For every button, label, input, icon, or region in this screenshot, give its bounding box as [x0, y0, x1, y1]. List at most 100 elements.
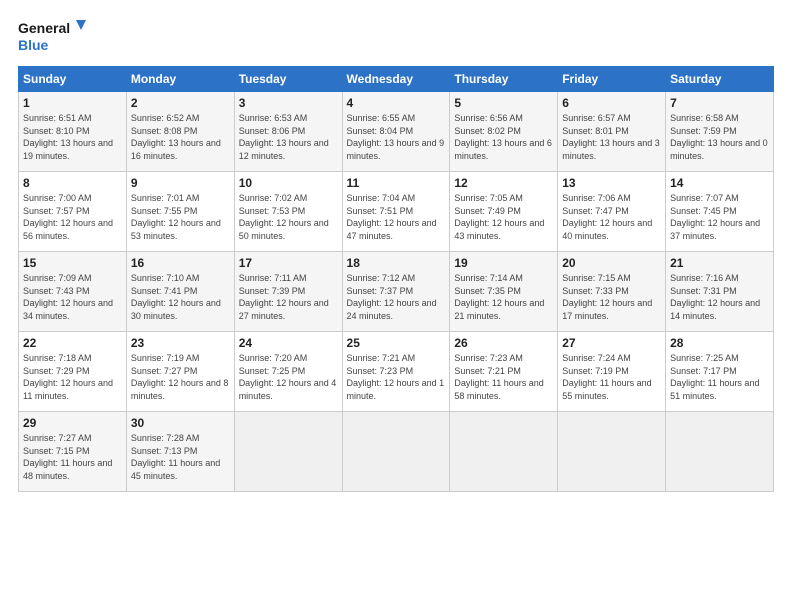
day-header-saturday: Saturday — [666, 67, 774, 92]
day-info: Sunrise: 7:09 AMSunset: 7:43 PMDaylight:… — [23, 273, 113, 321]
day-number: 22 — [23, 336, 122, 350]
calendar-day-cell — [450, 412, 558, 492]
day-number: 21 — [670, 256, 769, 270]
calendar-day-cell — [234, 412, 342, 492]
day-info: Sunrise: 6:58 AMSunset: 7:59 PMDaylight:… — [670, 113, 768, 161]
calendar-week-row: 15 Sunrise: 7:09 AMSunset: 7:43 PMDayligh… — [19, 252, 774, 332]
calendar-day-cell: 4 Sunrise: 6:55 AMSunset: 8:04 PMDaylight… — [342, 92, 450, 172]
day-number: 5 — [454, 96, 553, 110]
calendar-week-row: 22 Sunrise: 7:18 AMSunset: 7:29 PMDayligh… — [19, 332, 774, 412]
calendar-day-cell: 21 Sunrise: 7:16 AMSunset: 7:31 PMDayligh… — [666, 252, 774, 332]
day-info: Sunrise: 7:12 AMSunset: 7:37 PMDaylight:… — [347, 273, 437, 321]
day-number: 17 — [239, 256, 338, 270]
logo: General Blue — [18, 16, 88, 56]
calendar-day-cell: 27 Sunrise: 7:24 AMSunset: 7:19 PMDayligh… — [558, 332, 666, 412]
calendar-day-cell: 14 Sunrise: 7:07 AMSunset: 7:45 PMDayligh… — [666, 172, 774, 252]
day-number: 7 — [670, 96, 769, 110]
logo-svg: General Blue — [18, 16, 88, 56]
day-number: 6 — [562, 96, 661, 110]
day-header-wednesday: Wednesday — [342, 67, 450, 92]
day-header-sunday: Sunday — [19, 67, 127, 92]
day-info: Sunrise: 7:23 AMSunset: 7:21 PMDaylight:… — [454, 353, 543, 401]
calendar-day-cell: 11 Sunrise: 7:04 AMSunset: 7:51 PMDayligh… — [342, 172, 450, 252]
day-info: Sunrise: 7:05 AMSunset: 7:49 PMDaylight:… — [454, 193, 544, 241]
day-info: Sunrise: 7:02 AMSunset: 7:53 PMDaylight:… — [239, 193, 329, 241]
day-info: Sunrise: 7:21 AMSunset: 7:23 PMDaylight:… — [347, 353, 445, 401]
calendar-day-cell: 16Sunrise: 7:10 AMSunset: 7:41 PMDayligh… — [126, 252, 234, 332]
day-info: Sunrise: 7:07 AMSunset: 7:45 PMDaylight:… — [670, 193, 760, 241]
calendar-day-cell: 12 Sunrise: 7:05 AMSunset: 7:49 PMDayligh… — [450, 172, 558, 252]
day-number: 13 — [562, 176, 661, 190]
day-info: Sunrise: 6:57 AMSunset: 8:01 PMDaylight:… — [562, 113, 660, 161]
calendar-day-cell — [558, 412, 666, 492]
day-number: 11 — [347, 176, 446, 190]
calendar-day-cell: 26 Sunrise: 7:23 AMSunset: 7:21 PMDayligh… — [450, 332, 558, 412]
day-header-thursday: Thursday — [450, 67, 558, 92]
calendar-day-cell: 18 Sunrise: 7:12 AMSunset: 7:37 PMDayligh… — [342, 252, 450, 332]
day-number: 18 — [347, 256, 446, 270]
day-info: Sunrise: 6:52 AMSunset: 8:08 PMDaylight:… — [131, 113, 221, 161]
day-header-tuesday: Tuesday — [234, 67, 342, 92]
calendar-table: SundayMondayTuesdayWednesdayThursdayFrid… — [18, 66, 774, 492]
calendar-day-cell: 2Sunrise: 6:52 AMSunset: 8:08 PMDaylight… — [126, 92, 234, 172]
calendar-day-cell — [342, 412, 450, 492]
day-info: Sunrise: 7:18 AMSunset: 7:29 PMDaylight:… — [23, 353, 113, 401]
day-info: Sunrise: 7:06 AMSunset: 7:47 PMDaylight:… — [562, 193, 652, 241]
day-info: Sunrise: 6:53 AMSunset: 8:06 PMDaylight:… — [239, 113, 329, 161]
day-info: Sunrise: 7:20 AMSunset: 7:25 PMDaylight:… — [239, 353, 337, 401]
svg-text:General: General — [18, 20, 70, 36]
day-number: 28 — [670, 336, 769, 350]
day-number: 3 — [239, 96, 338, 110]
calendar-day-cell: 23 Sunrise: 7:19 AMSunset: 7:27 PMDayligh… — [126, 332, 234, 412]
calendar-day-cell: 7 Sunrise: 6:58 AMSunset: 7:59 PMDaylight… — [666, 92, 774, 172]
calendar-day-cell: 15 Sunrise: 7:09 AMSunset: 7:43 PMDayligh… — [19, 252, 127, 332]
calendar-day-cell: 1 Sunrise: 6:51 AMSunset: 8:10 PMDaylight… — [19, 92, 127, 172]
day-header-monday: Monday — [126, 67, 234, 92]
calendar-day-cell: 24 Sunrise: 7:20 AMSunset: 7:25 PMDayligh… — [234, 332, 342, 412]
calendar-day-cell: 10Sunrise: 7:02 AMSunset: 7:53 PMDayligh… — [234, 172, 342, 252]
calendar-day-cell: 3 Sunrise: 6:53 AMSunset: 8:06 PMDaylight… — [234, 92, 342, 172]
calendar-day-cell: 6 Sunrise: 6:57 AMSunset: 8:01 PMDaylight… — [558, 92, 666, 172]
calendar-header-row: SundayMondayTuesdayWednesdayThursdayFrid… — [19, 67, 774, 92]
calendar-day-cell: 28Sunrise: 7:25 AMSunset: 7:17 PMDayligh… — [666, 332, 774, 412]
day-number: 26 — [454, 336, 553, 350]
day-info: Sunrise: 6:51 AMSunset: 8:10 PMDaylight:… — [23, 113, 113, 161]
day-number: 14 — [670, 176, 769, 190]
day-number: 24 — [239, 336, 338, 350]
day-info: Sunrise: 7:24 AMSunset: 7:19 PMDaylight:… — [562, 353, 651, 401]
calendar-week-row: 29 Sunrise: 7:27 AMSunset: 7:15 PMDayligh… — [19, 412, 774, 492]
calendar-day-cell: 19Sunrise: 7:14 AMSunset: 7:35 PMDayligh… — [450, 252, 558, 332]
day-number: 29 — [23, 416, 122, 430]
day-info: Sunrise: 7:15 AMSunset: 7:33 PMDaylight:… — [562, 273, 652, 321]
day-info: Sunrise: 7:11 AMSunset: 7:39 PMDaylight:… — [239, 273, 329, 321]
day-info: Sunrise: 7:16 AMSunset: 7:31 PMDaylight:… — [670, 273, 760, 321]
day-number: 30 — [131, 416, 230, 430]
day-number: 23 — [131, 336, 230, 350]
day-number: 16 — [131, 256, 230, 270]
svg-text:Blue: Blue — [18, 37, 49, 53]
day-number: 25 — [347, 336, 446, 350]
calendar-day-cell: 30Sunrise: 7:28 AMSunset: 7:13 PMDayligh… — [126, 412, 234, 492]
calendar-day-cell: 25 Sunrise: 7:21 AMSunset: 7:23 PMDayligh… — [342, 332, 450, 412]
calendar-week-row: 8 Sunrise: 7:00 AMSunset: 7:57 PMDaylight… — [19, 172, 774, 252]
calendar-day-cell: 22 Sunrise: 7:18 AMSunset: 7:29 PMDayligh… — [19, 332, 127, 412]
day-info: Sunrise: 6:55 AMSunset: 8:04 PMDaylight:… — [347, 113, 445, 161]
calendar-day-cell: 9Sunrise: 7:01 AMSunset: 7:55 PMDaylight… — [126, 172, 234, 252]
day-info: Sunrise: 7:00 AMSunset: 7:57 PMDaylight:… — [23, 193, 113, 241]
day-number: 4 — [347, 96, 446, 110]
day-number: 19 — [454, 256, 553, 270]
day-number: 8 — [23, 176, 122, 190]
day-info: Sunrise: 7:19 AMSunset: 7:27 PMDaylight:… — [131, 353, 229, 401]
calendar-day-cell — [666, 412, 774, 492]
day-number: 20 — [562, 256, 661, 270]
day-number: 1 — [23, 96, 122, 110]
day-number: 12 — [454, 176, 553, 190]
day-number: 15 — [23, 256, 122, 270]
day-number: 27 — [562, 336, 661, 350]
day-header-friday: Friday — [558, 67, 666, 92]
day-info: Sunrise: 7:04 AMSunset: 7:51 PMDaylight:… — [347, 193, 437, 241]
day-number: 9 — [131, 176, 230, 190]
day-info: Sunrise: 6:56 AMSunset: 8:02 PMDaylight:… — [454, 113, 552, 161]
calendar-day-cell: 8 Sunrise: 7:00 AMSunset: 7:57 PMDaylight… — [19, 172, 127, 252]
day-info: Sunrise: 7:27 AMSunset: 7:15 PMDaylight:… — [23, 433, 112, 481]
